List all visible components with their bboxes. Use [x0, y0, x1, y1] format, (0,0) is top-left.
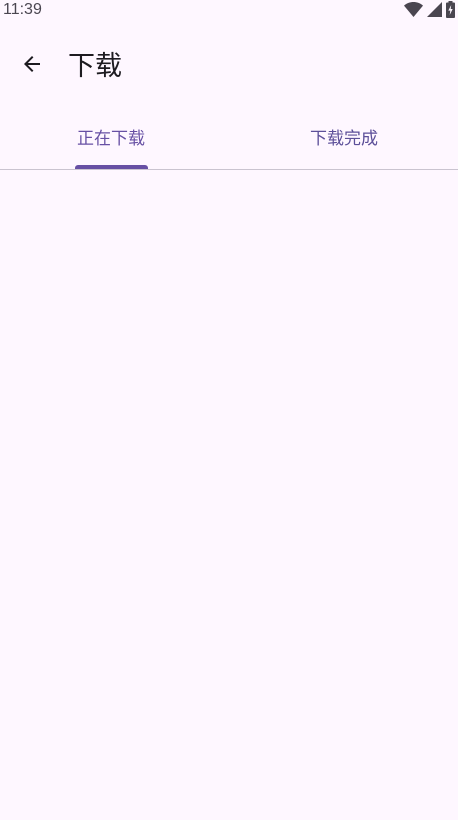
download-list [0, 171, 458, 820]
tab-label: 下载完成 [310, 129, 378, 149]
top-app-bar: 下载 [0, 36, 458, 98]
tab-row: 正在下载 下载完成 [0, 110, 458, 170]
back-button[interactable] [10, 44, 54, 88]
status-icons [404, 1, 455, 18]
status-time: 11:39 [3, 1, 42, 18]
wifi-icon [404, 2, 423, 17]
tab-completed[interactable]: 下载完成 [229, 110, 458, 170]
tab-downloading[interactable]: 正在下载 [0, 110, 229, 170]
status-bar: 11:39 [0, 0, 458, 22]
signal-icon [427, 2, 442, 17]
tab-divider [0, 169, 458, 170]
battery-charging-icon [446, 1, 455, 18]
tab-label: 正在下载 [77, 129, 145, 149]
downloads-screen: 11:39 下载 正在下载 下载完成 [0, 0, 458, 820]
arrow-left-icon [20, 52, 44, 80]
page-title: 下载 [68, 51, 122, 82]
